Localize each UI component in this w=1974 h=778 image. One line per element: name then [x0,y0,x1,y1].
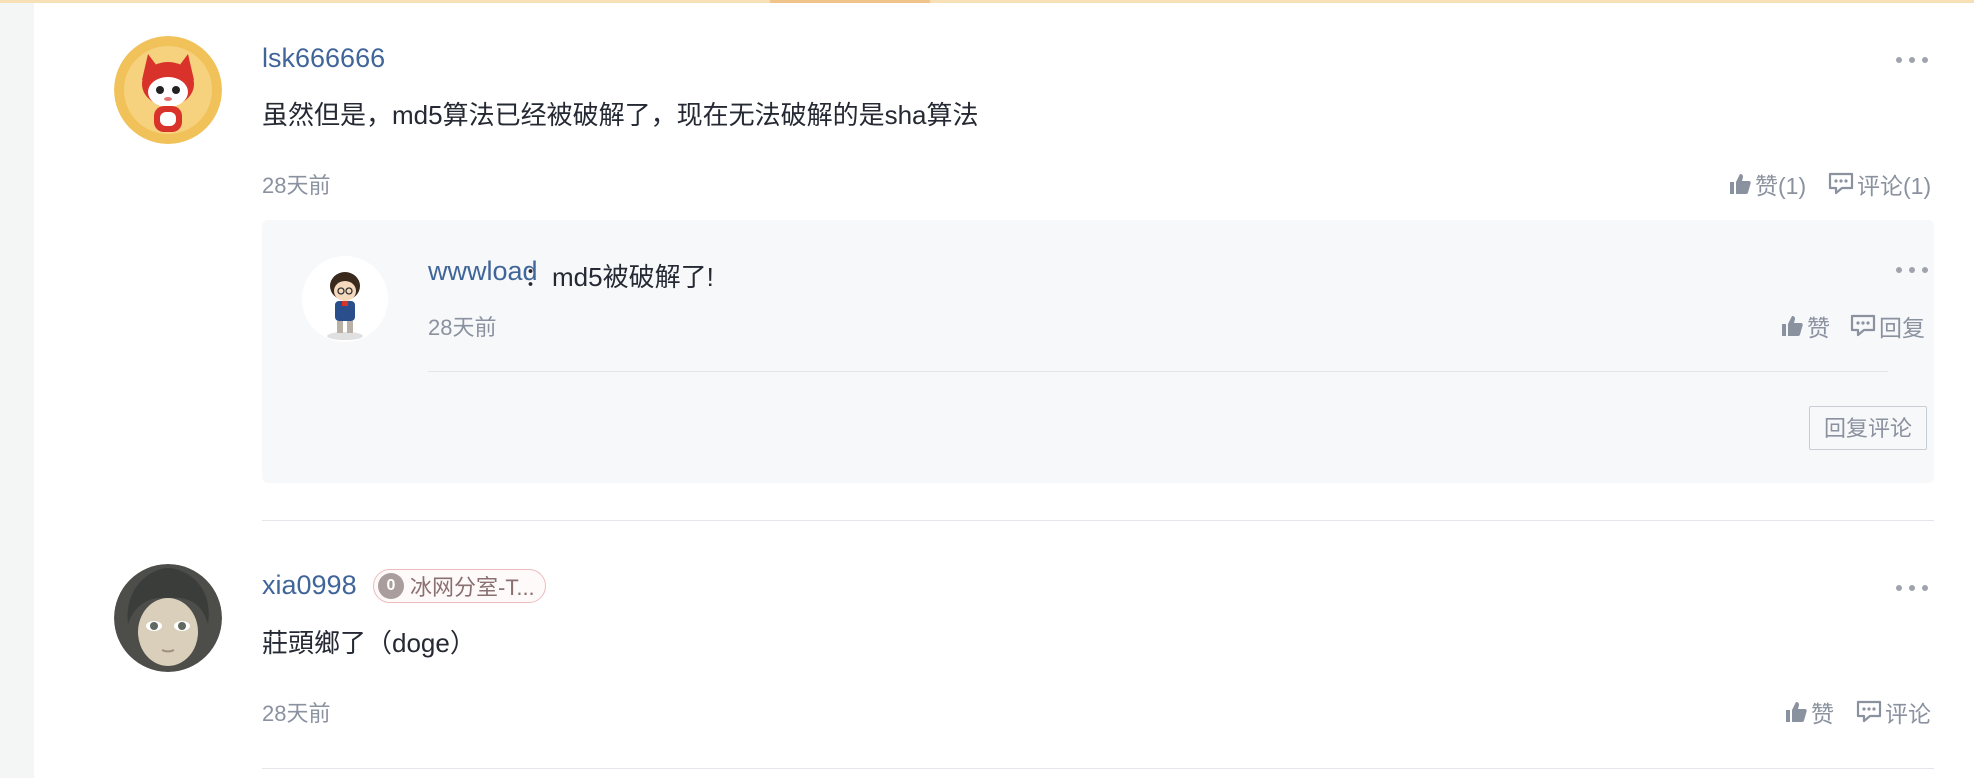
like-label: 赞 [1807,315,1830,341]
comment-panel: lsk666666 虽然但是，md5算法已经被破解了，现在无法破解的是sha算法… [34,3,1974,778]
comment-username[interactable]: xia0998 [262,570,357,601]
avatar[interactable] [114,36,222,144]
like-button[interactable]: 赞 [1784,695,1834,729]
reply-label: 回复 [1879,315,1925,341]
badge-level: 0 [378,573,404,599]
comment-time: 28天前 [262,701,331,726]
like-button[interactable]: 赞 [1780,309,1830,343]
comment-icon [1856,700,1882,723]
reply-button[interactable]: 回复 [1850,309,1925,343]
like-icon [1730,174,1751,194]
comment-button[interactable]: 评论 [1856,695,1931,729]
comment-label: 评论 [1885,701,1931,727]
reply-username[interactable]: wwwload [428,256,538,287]
comment-button[interactable]: 评论(1) [1828,167,1931,201]
like-label: 赞(1) [1755,173,1807,199]
comment-text: 莊頭鄉了（doge） [262,628,476,658]
user-badge[interactable]: 0 冰网分室-T... [373,569,546,603]
reply-box: wwwload ： md5被破解了! 28天前 赞 回复 回复评论 [262,220,1934,483]
like-button[interactable]: 赞(1) [1728,167,1806,201]
more-icon[interactable] [1896,265,1928,275]
comment-divider [262,768,1934,769]
comment-icon [1828,172,1854,195]
reply-text: md5被破解了! [552,262,714,292]
comment-icon [1850,314,1876,337]
like-icon [1782,316,1803,336]
avatar[interactable] [302,256,388,342]
comment-divider [262,520,1934,521]
comment-time: 28天前 [262,173,331,198]
reply-divider [428,371,1888,372]
reply-time: 28天前 [428,315,497,340]
comment-username[interactable]: lsk666666 [262,43,385,74]
badge-text: 冰网分室-T... [410,575,535,600]
like-label: 赞 [1811,701,1834,727]
more-icon[interactable] [1896,55,1928,65]
like-icon [1786,702,1807,722]
reply-separator: ： [524,262,550,292]
comment-label: 评论(1) [1857,173,1932,199]
more-icon[interactable] [1896,583,1928,593]
reply-comment-button[interactable]: 回复评论 [1809,406,1927,450]
avatar[interactable] [114,564,222,672]
comment-text: 虽然但是，md5算法已经被破解了，现在无法破解的是sha算法 [262,100,979,130]
